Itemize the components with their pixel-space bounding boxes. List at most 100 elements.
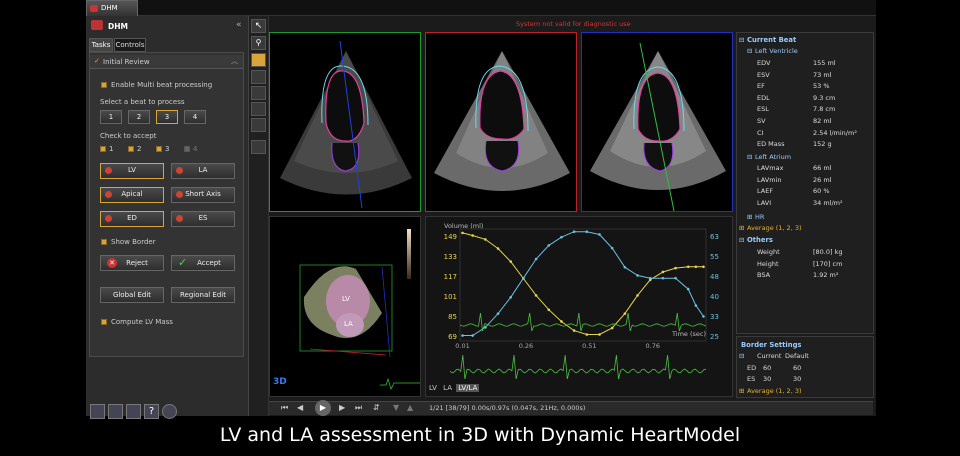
app-tab[interactable]: DHM bbox=[86, 0, 138, 16]
volume-chart-view[interactable]: 149 133 117 101 85 69 63 55 48 40 33 25 0.01 0.26 0.51… bbox=[425, 216, 733, 397]
export-icon[interactable] bbox=[126, 404, 141, 419]
compute-lv-mass-checkbox[interactable] bbox=[101, 319, 107, 325]
series-point-2 bbox=[484, 326, 487, 329]
x-tick-label: 0.26 bbox=[519, 342, 533, 350]
play-icon[interactable]: ▶ bbox=[315, 400, 331, 416]
accept-check-3[interactable] bbox=[156, 146, 162, 152]
tab-tasks[interactable]: Tasks bbox=[89, 38, 113, 52]
border-average-header[interactable]: Average (1, 2, 3) bbox=[747, 387, 802, 395]
echo-view-red[interactable] bbox=[425, 32, 577, 212]
regional-edit-button[interactable]: Regional Edit bbox=[171, 287, 235, 303]
collapse-icon[interactable]: ⊟ bbox=[739, 352, 744, 360]
lv-label: LV bbox=[342, 295, 350, 303]
y-right-tick-label: 55 bbox=[710, 253, 719, 261]
settings-icon[interactable] bbox=[108, 404, 123, 419]
la-button[interactable]: LA bbox=[171, 163, 235, 179]
lv-measurement-label: CI bbox=[757, 128, 764, 137]
tab-strip: DHM bbox=[86, 0, 876, 16]
series-point-2 bbox=[496, 312, 500, 315]
accept-check-4[interactable] bbox=[184, 146, 190, 152]
border-settings-title: Border Settings bbox=[741, 341, 802, 349]
layout-c-icon[interactable] bbox=[251, 102, 266, 116]
beat-1-button[interactable]: 1 bbox=[100, 110, 122, 124]
section-header[interactable]: ✓ Initial Review ︿ bbox=[90, 55, 243, 69]
expand-icon[interactable]: ⊞ bbox=[747, 213, 752, 221]
lv-button[interactable]: LV bbox=[100, 163, 164, 179]
lv-view-button[interactable]: LV bbox=[427, 384, 439, 392]
next-frame-icon[interactable]: ▶ bbox=[339, 403, 345, 412]
checkmark-icon: ✓ bbox=[178, 256, 188, 269]
collapse-icon[interactable]: ⊟ bbox=[747, 153, 752, 161]
chart-view-toggle: LV LA LV/LA bbox=[427, 384, 480, 392]
la-label: LA bbox=[344, 320, 353, 328]
tab-controls[interactable]: Controls bbox=[114, 38, 146, 52]
reject-icon: ✕ bbox=[107, 258, 117, 268]
short-axis-button[interactable]: Short Axis bbox=[171, 187, 235, 203]
accept-check-1[interactable] bbox=[100, 146, 106, 152]
app-window: DHM DHM « Tasks Controls ✓ Initial Revie… bbox=[86, 0, 876, 419]
layout-a-icon[interactable] bbox=[251, 70, 266, 84]
series-point-1 bbox=[610, 326, 614, 330]
average-header[interactable]: Average (1, 2, 3) bbox=[747, 224, 802, 232]
y-right-tick-label: 25 bbox=[710, 333, 719, 341]
border-ed-current[interactable]: 60 bbox=[763, 364, 771, 372]
series-point-2 bbox=[636, 274, 639, 277]
help-icon[interactable]: ? bbox=[144, 404, 159, 419]
collapse-icon[interactable]: ⊟ bbox=[747, 47, 752, 55]
collapse-icon[interactable]: ⊟ bbox=[739, 236, 744, 244]
collapse-icon[interactable]: ⊟ bbox=[739, 36, 744, 44]
global-edit-button[interactable]: Global Edit bbox=[100, 287, 164, 303]
heart-icon bbox=[176, 191, 183, 198]
beat-4-button[interactable]: 4 bbox=[184, 110, 206, 124]
series-point-2 bbox=[572, 230, 576, 234]
es-button[interactable]: ES bbox=[171, 211, 235, 227]
apical-button[interactable]: Apical bbox=[100, 187, 164, 203]
up-icon[interactable]: ▲ bbox=[407, 403, 413, 412]
ed-button[interactable]: ED bbox=[100, 211, 164, 227]
list-icon[interactable] bbox=[251, 140, 266, 154]
pointer-icon[interactable]: ↖ bbox=[251, 19, 266, 33]
down-icon[interactable]: ▼ bbox=[393, 403, 399, 412]
caption: LV and LA assessment in 3D with Dynamic … bbox=[219, 424, 741, 446]
reject-button[interactable]: ✕ Reject bbox=[100, 255, 164, 271]
check-accept-label: Check to accept bbox=[100, 132, 157, 140]
y-left-tick-label: 85 bbox=[448, 313, 457, 321]
prev-frame-icon[interactable]: ◀ bbox=[297, 403, 303, 412]
search-icon[interactable] bbox=[162, 404, 177, 419]
lv-la-view-button[interactable]: LV/LA bbox=[456, 384, 480, 392]
chevron-up-icon[interactable]: ︿ bbox=[231, 56, 238, 66]
layout-4-icon[interactable] bbox=[251, 53, 266, 67]
step-icon[interactable]: ⇵ bbox=[373, 403, 380, 412]
short-axis-button-label: Short Axis bbox=[185, 190, 221, 198]
series-point-1 bbox=[496, 247, 500, 250]
accept-check-2[interactable] bbox=[128, 146, 134, 152]
collapse-icon[interactable]: « bbox=[236, 20, 242, 30]
zoom-icon[interactable]: ⚲ bbox=[251, 36, 266, 50]
layout-b-icon[interactable] bbox=[251, 86, 266, 100]
expand-icon[interactable]: ⊞ bbox=[739, 387, 744, 395]
la-view-button[interactable]: LA bbox=[441, 384, 454, 392]
layout-d-icon[interactable] bbox=[251, 118, 266, 132]
echo-view-green[interactable] bbox=[269, 32, 421, 212]
series-point-1 bbox=[661, 270, 665, 274]
beat-2-button[interactable]: 2 bbox=[128, 110, 150, 124]
echo-image bbox=[590, 42, 726, 211]
show-border-checkbox[interactable] bbox=[101, 239, 107, 245]
enable-multibeat-checkbox[interactable] bbox=[101, 82, 107, 88]
series-point-2 bbox=[471, 334, 474, 337]
model-3d-view[interactable]: LV LA 3D bbox=[269, 216, 421, 397]
border-es-current[interactable]: 30 bbox=[763, 375, 771, 383]
lv-measurement-value: 155 ml bbox=[813, 59, 836, 67]
grid-icon[interactable] bbox=[90, 404, 105, 419]
la-measurement-value: 26 ml bbox=[813, 175, 832, 184]
enable-multibeat-label: Enable Multi beat processing bbox=[111, 81, 213, 89]
y-right-tick-label: 40 bbox=[710, 293, 719, 301]
first-frame-icon[interactable]: ⏮ bbox=[281, 403, 288, 413]
heart-icon bbox=[176, 167, 183, 174]
heart-icon bbox=[105, 191, 112, 198]
beat-3-button[interactable]: 3 bbox=[156, 110, 178, 124]
expand-icon[interactable]: ⊞ bbox=[739, 224, 744, 232]
echo-view-blue[interactable] bbox=[581, 32, 733, 212]
last-frame-icon[interactable]: ⏭ bbox=[355, 403, 362, 413]
accept-button[interactable]: ✓ Accept bbox=[171, 255, 235, 271]
